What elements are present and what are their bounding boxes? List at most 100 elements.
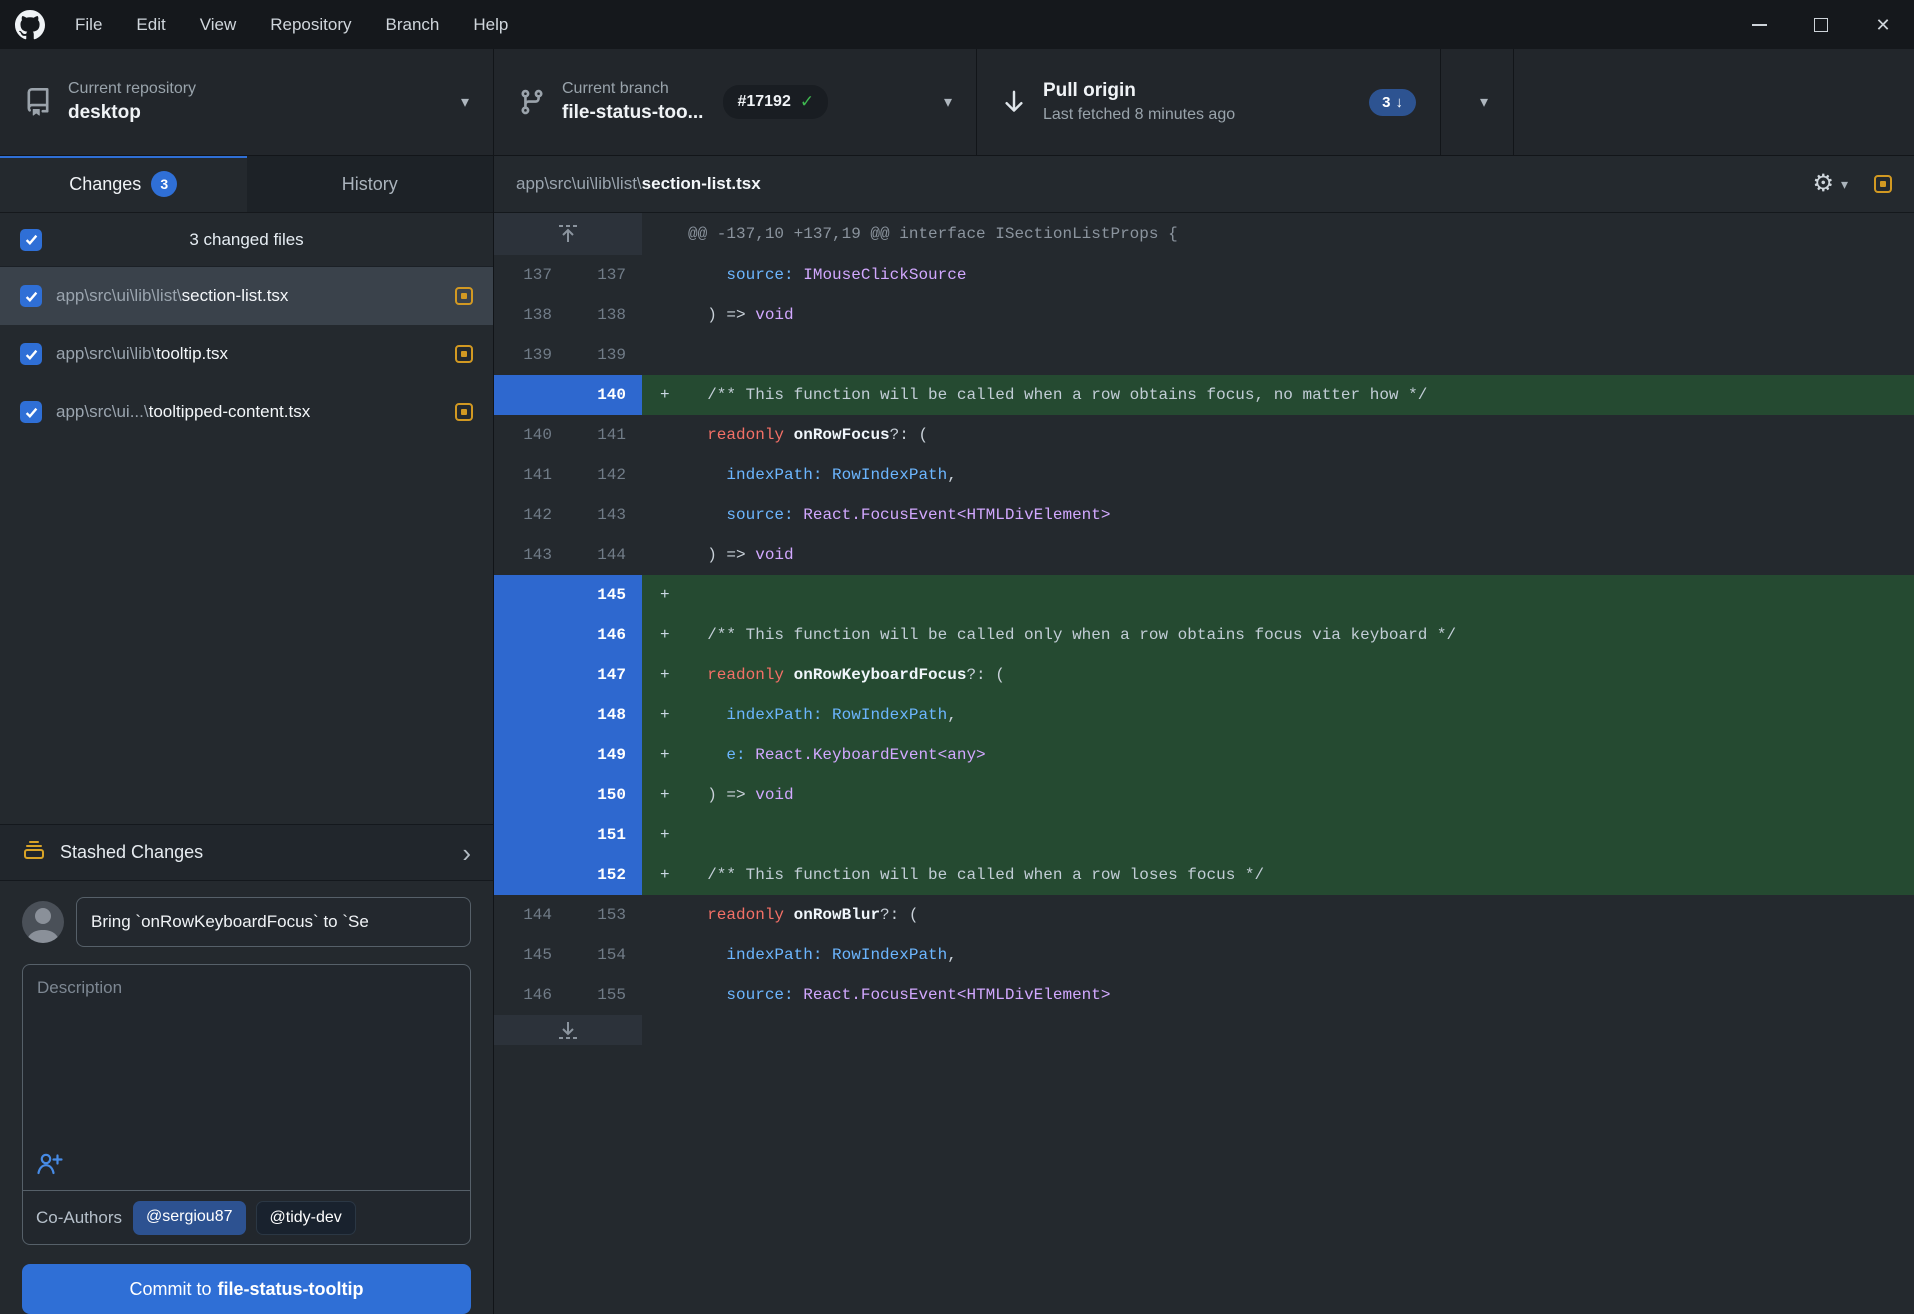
diff-line[interactable]: 139139 <box>494 335 1914 375</box>
code-line: + /** This function will be called when … <box>642 375 1914 415</box>
new-line-number: 139 <box>568 335 642 375</box>
code-token <box>784 906 794 924</box>
old-line-number: 138 <box>494 295 568 335</box>
expand-hunk-down-button[interactable] <box>494 1015 642 1045</box>
diff-line[interactable]: 145+ <box>494 575 1914 615</box>
new-line-number: 147 <box>568 655 642 695</box>
code-line: indexPath: RowIndexPath, <box>642 455 1914 495</box>
menu-branch[interactable]: Branch <box>369 0 457 49</box>
diff-line[interactable]: 147+ readonly onRowKeyboardFocus?: ( <box>494 655 1914 695</box>
line-marker <box>660 975 688 1015</box>
include-all-checkbox[interactable] <box>20 229 42 251</box>
diff-line[interactable]: 142143 source: React.FocusEvent<HTMLDivE… <box>494 495 1914 535</box>
pull-text: Pull origin Last fetched 8 minutes ago <box>1043 80 1235 124</box>
diff-line[interactable]: 137137 source: IMouseClickSource <box>494 255 1914 295</box>
github-logo-icon <box>14 9 46 41</box>
diff-line[interactable]: 140141 readonly onRowFocus?: ( <box>494 415 1914 455</box>
pull-dropdown-button[interactable]: ▾ <box>1441 49 1514 155</box>
new-line-number: 142 <box>568 455 642 495</box>
menu-file[interactable]: File <box>58 0 119 49</box>
diff-line[interactable]: 146+ /** This function will be called on… <box>494 615 1914 655</box>
code-token: /** This function will be called when a … <box>707 866 1264 884</box>
diff-line[interactable]: 140+ /** This function will be called wh… <box>494 375 1914 415</box>
diff-line[interactable]: 149+ e: React.KeyboardEvent<any> <box>494 735 1914 775</box>
chevron-down-icon: ▾ <box>1466 92 1488 112</box>
commit-summary-input[interactable] <box>76 897 471 947</box>
diff-line[interactable]: 144153 readonly onRowBlur?: ( <box>494 895 1914 935</box>
code-token: source: <box>726 506 793 524</box>
current-repository-button[interactable]: Current repository desktop ▾ <box>0 49 494 155</box>
commit-button-branch: file-status-tooltip <box>218 1279 364 1300</box>
diff-line[interactable]: 145154 indexPath: RowIndexPath, <box>494 935 1914 975</box>
pr-number: #17192 <box>737 93 790 111</box>
diff-line[interactable]: 150+ ) => void <box>494 775 1914 815</box>
file-dir: app\src\ui\lib\ <box>56 344 156 363</box>
minimize-button[interactable] <box>1728 0 1790 49</box>
close-button[interactable]: ✕ <box>1852 0 1914 49</box>
file-row[interactable]: app\src\ui\lib\list\section-list.tsx <box>0 267 493 325</box>
code-token: IMouseClickSource <box>803 266 966 284</box>
diff-line[interactable]: 152+ /** This function will be called wh… <box>494 855 1914 895</box>
stashed-changes-row[interactable]: Stashed Changes › <box>0 824 493 881</box>
pr-number-badge[interactable]: #17192 ✓ <box>723 85 828 119</box>
coauthor-pill[interactable]: @sergiou87 <box>133 1201 246 1235</box>
code-token: ) => <box>688 786 755 804</box>
old-line-number: 143 <box>494 535 568 575</box>
diff-line[interactable]: 141142 indexPath: RowIndexPath, <box>494 455 1914 495</box>
diff-options-button[interactable]: ⚙ ▾ <box>1812 172 1848 196</box>
code-token: /** This function will be called when a … <box>707 386 1427 404</box>
menu-help[interactable]: Help <box>456 0 525 49</box>
commit-description-input[interactable] <box>23 965 470 1135</box>
code-line <box>642 335 1914 375</box>
add-coauthor-icon[interactable] <box>36 1152 63 1180</box>
code-token <box>688 626 707 644</box>
repo-label: Current repository <box>68 80 196 98</box>
commit-form: Co-Authors @sergiou87@tidy-dev Commit to… <box>0 881 493 1314</box>
modified-status-icon <box>1874 175 1892 193</box>
coauthor-pills: @sergiou87 @tidy-dev <box>133 1201 356 1235</box>
old-line-number <box>494 375 568 415</box>
coauthor-pill[interactable]: @tidy-dev <box>256 1201 356 1235</box>
new-line-number: 141 <box>568 415 642 455</box>
menu-edit[interactable]: Edit <box>119 0 182 49</box>
code-token <box>822 706 832 724</box>
checkbox[interactable] <box>20 285 42 307</box>
old-line-number: 145 <box>494 935 568 975</box>
expand-hunk-up-button[interactable] <box>494 213 642 255</box>
code-line: readonly onRowFocus?: ( <box>642 415 1914 455</box>
file-row[interactable]: app\src\ui\lib\tooltip.tsx <box>0 325 493 383</box>
diff-line[interactable]: 138138 ) => void <box>494 295 1914 335</box>
code-token: source: <box>726 266 793 284</box>
new-line-number: 145 <box>568 575 642 615</box>
old-line-number <box>494 615 568 655</box>
window-controls: ✕ <box>1728 0 1914 49</box>
diff-line[interactable]: 146155 source: React.FocusEvent<HTMLDivE… <box>494 975 1914 1015</box>
menu-repository[interactable]: Repository <box>253 0 368 49</box>
diff-line[interactable]: 148+ indexPath: RowIndexPath, <box>494 695 1914 735</box>
checkbox[interactable] <box>20 401 42 423</box>
diff-panel: app\src\ui\lib\list\section-list.tsx ⚙ ▾… <box>494 156 1914 1314</box>
tab-history[interactable]: History <box>247 156 494 212</box>
code-line: + /** This function will be called only … <box>642 615 1914 655</box>
current-branch-button[interactable]: Current branch file-status-too... #17192… <box>494 49 977 155</box>
code-token <box>688 946 726 964</box>
file-row[interactable]: app\src\ui...\tooltipped-content.tsx <box>0 383 493 441</box>
line-marker <box>660 495 688 535</box>
pull-origin-button[interactable]: Pull origin Last fetched 8 minutes ago 3… <box>977 49 1441 155</box>
line-marker <box>660 295 688 335</box>
code-token: source: <box>726 986 793 1004</box>
new-line-number: 149 <box>568 735 642 775</box>
diff-line[interactable]: 151+ <box>494 815 1914 855</box>
old-line-number: 142 <box>494 495 568 535</box>
description-box: Co-Authors @sergiou87@tidy-dev <box>22 964 471 1245</box>
commit-button[interactable]: Commit to file-status-tooltip <box>22 1264 471 1314</box>
diff-line[interactable]: 143144 ) => void <box>494 535 1914 575</box>
sidebar: Changes3History 3 changed files app\src\… <box>0 156 494 1314</box>
code-token: void <box>755 306 793 324</box>
added-line-marker: + <box>660 375 688 415</box>
checkbox[interactable] <box>20 343 42 365</box>
avatar <box>22 901 64 943</box>
menu-view[interactable]: View <box>183 0 254 49</box>
maximize-button[interactable] <box>1790 0 1852 49</box>
tab-changes[interactable]: Changes3 <box>0 156 247 212</box>
